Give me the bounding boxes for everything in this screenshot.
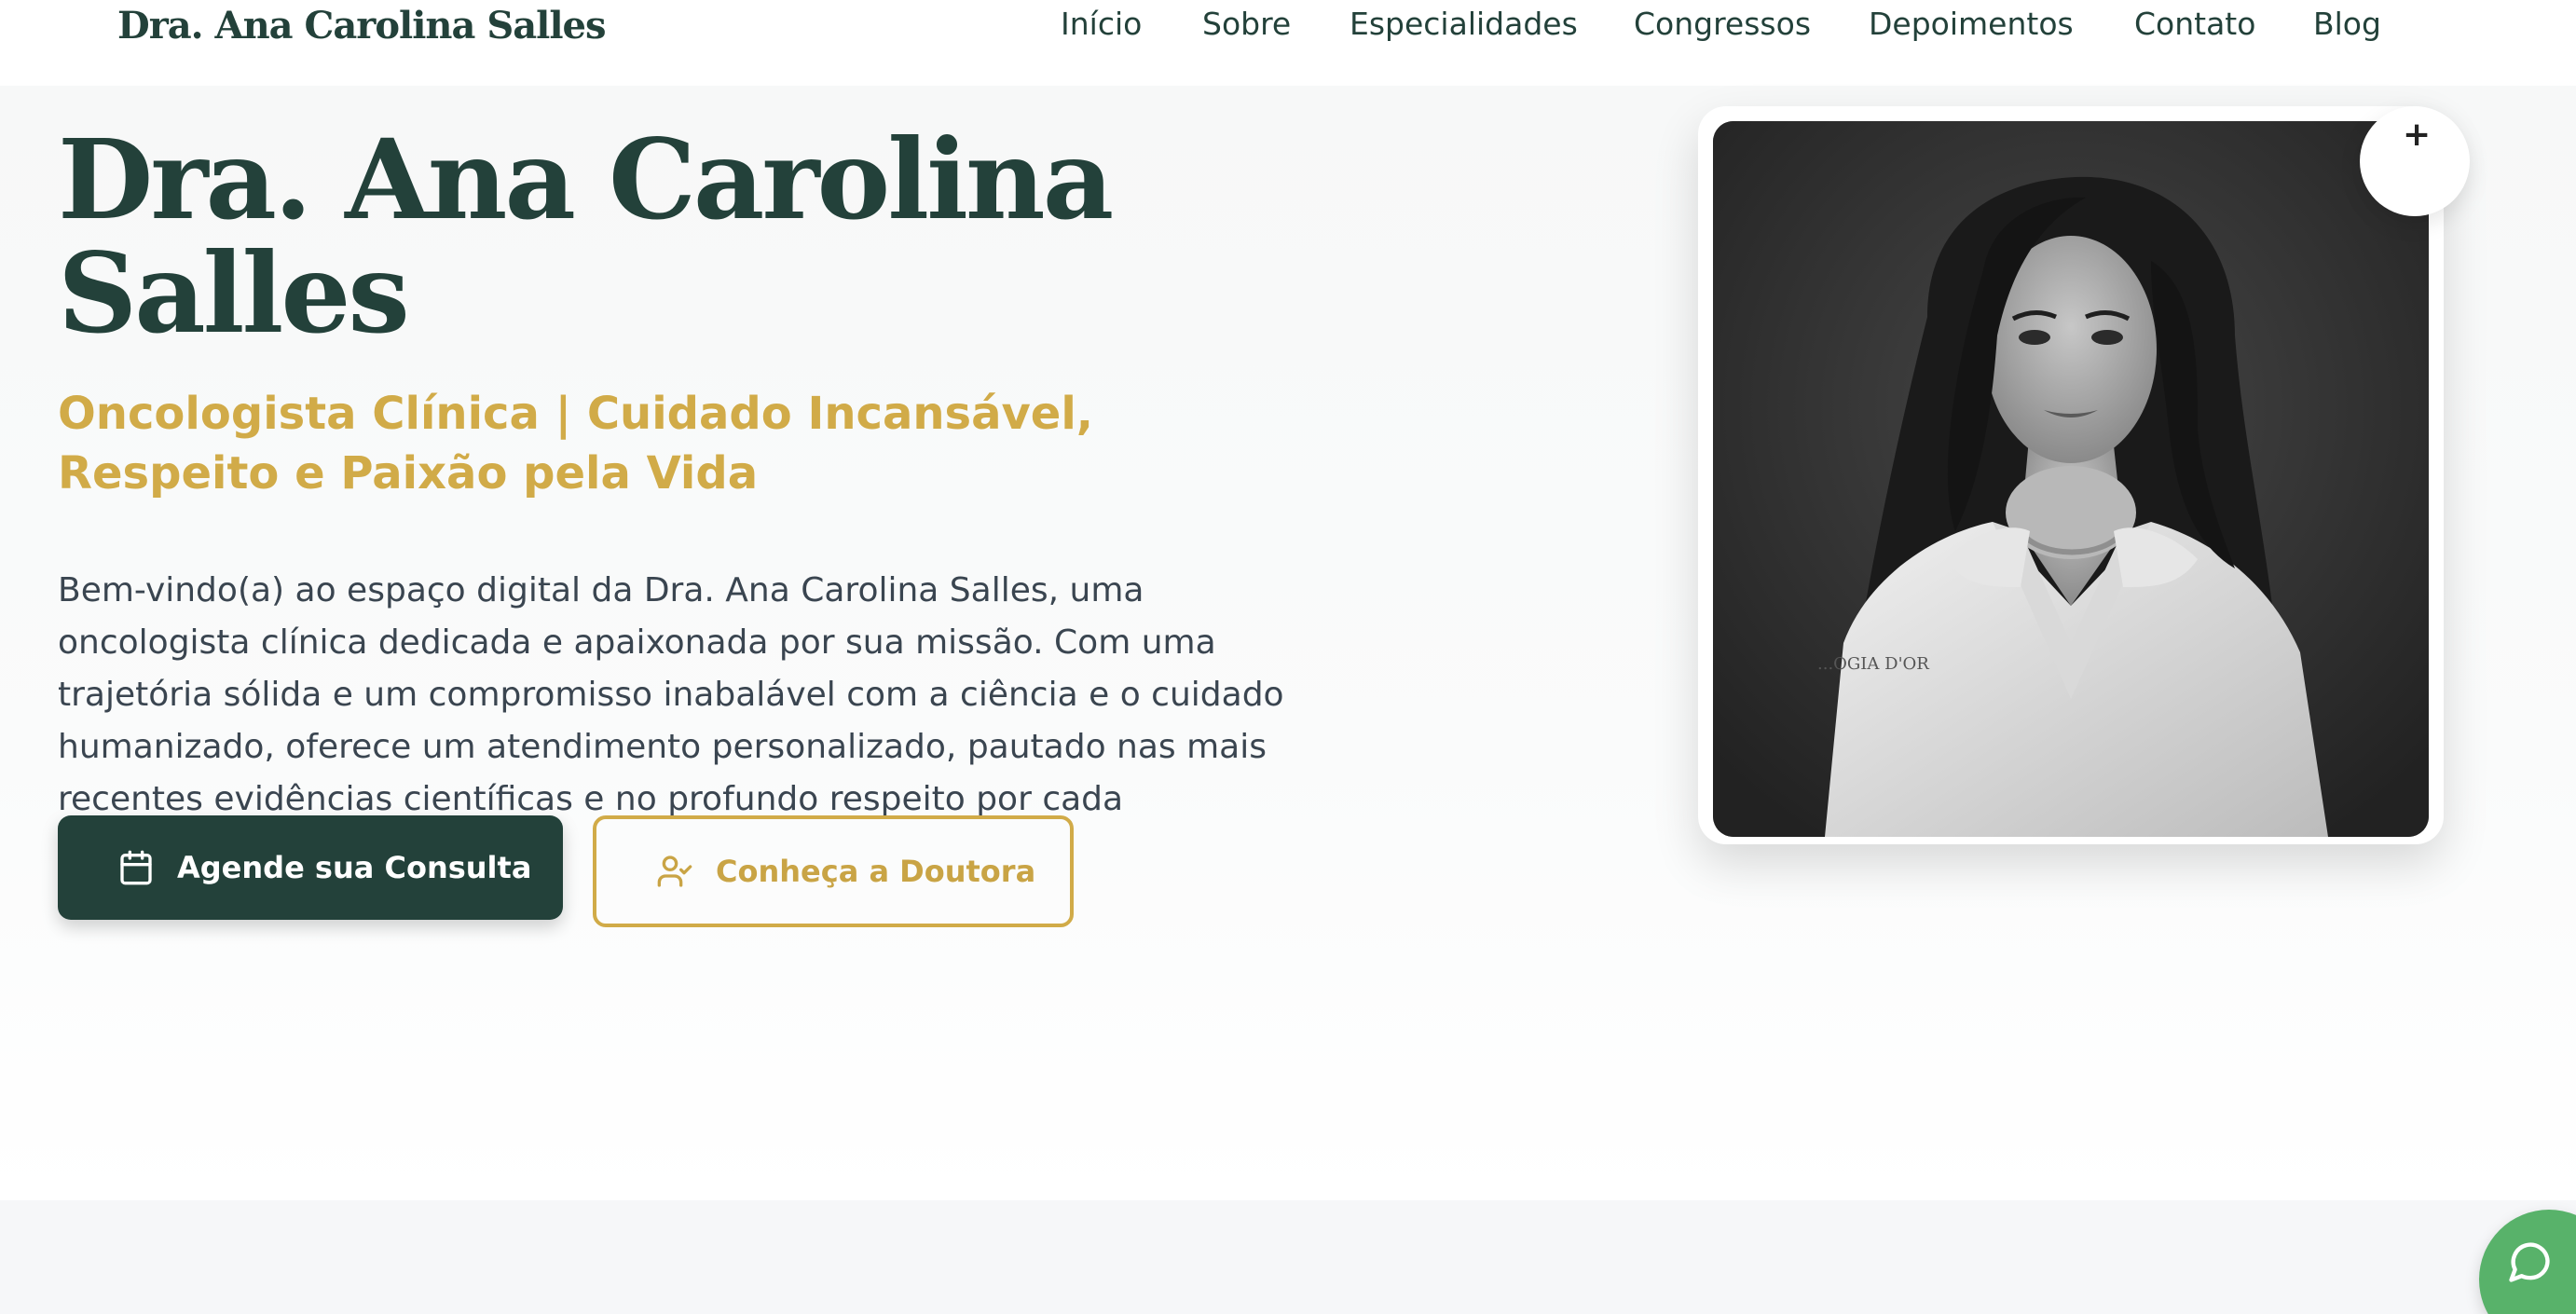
hero-title: Dra. Ana Carolina Salles: [58, 115, 1114, 358]
book-appointment-label: Agende sua Consulta: [177, 850, 532, 885]
nav-link-especialidades[interactable]: Especialidades: [1350, 6, 1578, 42]
site-header: Dra. Ana Carolina Salles Início Sobre Es…: [0, 0, 2576, 86]
doctor-portrait: ...OGIA D'OR: [1713, 121, 2429, 837]
doctor-photo-card: ...OGIA D'OR: [1698, 106, 2444, 844]
hero-subtitle: Oncologista Clínica | Cuidado Incansável…: [58, 388, 1094, 500]
plus-icon: +: [2403, 116, 2432, 154]
chat-bubble-icon: [2509, 1242, 2550, 1282]
nav-link-blog[interactable]: Blog: [2313, 6, 2381, 42]
nav-link-sobre[interactable]: Sobre: [1202, 6, 1291, 42]
page: Dra. Ana Carolina Salles Início Sobre Es…: [0, 0, 2576, 1314]
next-section-band: [0, 1200, 2576, 1314]
meet-doctor-label: Conheça a Doutora: [716, 854, 1036, 889]
plus-badge[interactable]: +: [2360, 106, 2470, 216]
coat-embroidery: ...OGIA D'OR: [1817, 654, 1929, 674]
calendar-icon: [120, 850, 152, 885]
nav-link-congressos[interactable]: Congressos: [1634, 6, 1811, 42]
nav-link-contato[interactable]: Contato: [2134, 6, 2255, 42]
nav-link-depoimentos[interactable]: Depoimentos: [1869, 6, 2074, 42]
nav-link-inicio[interactable]: Início: [1061, 6, 1142, 42]
user-check-icon: [657, 855, 692, 887]
main-nav: Início Sobre Especialidades Congressos D…: [0, 6, 2576, 52]
book-appointment-button[interactable]: Agende sua Consulta: [58, 815, 563, 920]
meet-doctor-button[interactable]: Conheça a Doutora: [593, 815, 1074, 927]
doctor-portrait-illustration: ...OGIA D'OR: [1713, 121, 2429, 837]
